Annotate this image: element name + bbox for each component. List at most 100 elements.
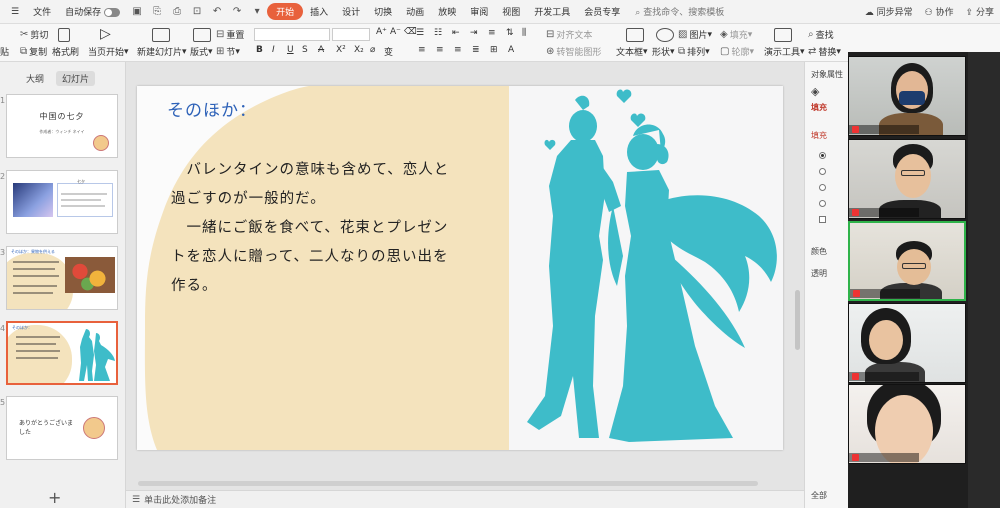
preview-icon[interactable]: ⊡ <box>190 5 204 19</box>
thumbnail-slide-5[interactable]: ありがとうございました <box>6 396 118 460</box>
subscript-icon[interactable]: X₂ <box>354 45 364 55</box>
participant-video-4[interactable] <box>848 303 966 383</box>
thumbnail-slide-4[interactable]: そのほか： <box>6 321 118 385</box>
participant-video-3[interactable] <box>848 221 966 301</box>
autosave-toggle[interactable]: 自动保存 <box>58 5 127 18</box>
menu-icon[interactable]: ☰ <box>4 7 26 17</box>
sync-status[interactable]: ☁ 同步异常 <box>865 5 913 18</box>
shadow-icon[interactable]: S <box>302 45 308 55</box>
slide-title[interactable]: そのほか： <box>167 96 257 121</box>
participant-video-5[interactable] <box>848 384 966 464</box>
add-slide-icon[interactable]: + <box>48 488 61 507</box>
textbox-button[interactable]: 文本框 ▾ <box>616 45 648 59</box>
slideshow-tools-button[interactable]: 演示工具 ▾ <box>764 45 805 59</box>
clear-format-icon[interactable]: ⌫ <box>404 27 417 37</box>
from-current-button[interactable]: 当页开始 ▾ <box>88 45 129 59</box>
fill-option-radio[interactable] <box>819 184 826 191</box>
participant-video-1[interactable] <box>848 56 966 136</box>
arrange-button[interactable]: ⧉ 排列 ▾ <box>678 45 710 58</box>
tab-review[interactable]: 审阅 <box>463 5 495 18</box>
slide-body-text[interactable]: バレンタインの意味も含めて、恋人と過ごすのが一般的だ。 一緒にご飯を食べて、花束… <box>171 156 451 301</box>
apply-all-button[interactable]: 全部 <box>811 490 827 501</box>
tab-slideshow[interactable]: 放映 <box>431 5 463 18</box>
export-pdf-icon[interactable]: ⎘ <box>150 5 164 19</box>
tab-animation[interactable]: 动画 <box>399 5 431 18</box>
underline-icon[interactable]: U <box>287 45 294 55</box>
thumbnail-slide-2[interactable]: 七夕 <box>6 170 118 234</box>
fill-option-radio[interactable] <box>819 168 826 175</box>
cut-button[interactable]: ✂ 剪切 <box>20 28 48 41</box>
tab-view[interactable]: 视图 <box>495 5 527 18</box>
chevron-down-icon[interactable]: ▾ <box>250 5 264 19</box>
format-painter-button[interactable]: 格式刷 <box>52 45 79 58</box>
text-highlight-icon[interactable]: A <box>508 45 514 55</box>
section-button[interactable]: ⊞ 节 ▾ <box>216 45 240 58</box>
fill-option-checkbox[interactable] <box>819 216 826 223</box>
save-icon[interactable]: ▣ <box>130 5 144 19</box>
tab-slides[interactable]: 幻灯片 <box>56 71 96 86</box>
distribute-icon[interactable]: ⊞ <box>490 45 498 55</box>
numbered-list-icon[interactable]: ☷ <box>434 28 442 38</box>
notes-bar[interactable]: ☰ 单击此处添加备注 <box>126 490 804 508</box>
fill-tab[interactable]: 填充 <box>811 102 827 113</box>
vertical-scrollbar[interactable] <box>795 290 800 350</box>
fill-option-radio[interactable] <box>819 200 826 207</box>
indent-icon[interactable]: ⇥ <box>470 28 478 38</box>
thumbnail-slide-1[interactable]: 中国の七夕 作成者：ウィンチ ネイイ <box>6 94 118 158</box>
bold-icon[interactable]: B <box>256 45 263 55</box>
thumbnail-slide-3[interactable]: そのほか：果物を供える <box>6 246 118 310</box>
toggle-switch-icon[interactable] <box>104 8 121 17</box>
collab-button[interactable]: ⚇ 协作 <box>925 5 954 18</box>
tab-design[interactable]: 设计 <box>335 5 367 18</box>
picture-button[interactable]: ▨ 图片 ▾ <box>678 28 712 41</box>
bullet-list-icon[interactable]: ☰ <box>416 28 424 38</box>
fill-button[interactable]: ◈ 填充 ▾ <box>720 28 752 41</box>
outline-button[interactable]: ▢ 轮廓 ▾ <box>720 45 754 58</box>
eraser-icon[interactable]: ⌀ <box>370 45 375 55</box>
tab-transition[interactable]: 切换 <box>367 5 399 18</box>
file-menu[interactable]: 文件 <box>26 5 58 18</box>
replace-button[interactable]: ⇄ 替换 ▾ <box>808 45 841 58</box>
tab-member[interactable]: 会员专享 <box>577 5 627 18</box>
decrease-font-icon[interactable]: A⁻ <box>390 27 401 37</box>
smart-art-button[interactable]: ⊛ 转智能图形 <box>546 45 601 58</box>
participant-video-2[interactable] <box>848 139 966 219</box>
command-search[interactable]: ⌕ 查找命令、搜索模板 <box>635 5 724 18</box>
align-text-button[interactable]: ⊟ 对齐文本 <box>546 28 592 41</box>
char-spacing-icon[interactable]: 变 <box>384 45 393 58</box>
fill-option-radio[interactable] <box>819 152 826 159</box>
shape-button[interactable]: 形状 ▾ <box>652 45 675 59</box>
tab-home[interactable]: 开始 <box>267 3 304 20</box>
slide-canvas[interactable]: そのほか： バレンタインの意味も含めて、恋人と過ごすのが一般的だ。 一緒にご飯を… <box>137 86 783 450</box>
outdent-icon[interactable]: ⇤ <box>452 28 460 38</box>
tab-insert[interactable]: 插入 <box>303 5 335 18</box>
italic-icon[interactable]: I <box>272 45 275 55</box>
align-left-icon[interactable]: ≡ <box>418 45 426 55</box>
superscript-icon[interactable]: X² <box>336 45 346 55</box>
undo-icon[interactable]: ↶ <box>210 5 224 19</box>
find-button[interactable]: ⌕ 查找 <box>808 28 834 41</box>
font-size-select[interactable] <box>332 28 370 41</box>
strikethrough-icon[interactable]: A <box>318 45 324 55</box>
line-spacing-icon[interactable]: ≡ <box>488 28 496 38</box>
text-direction-icon[interactable]: ⇅ <box>506 28 514 38</box>
align-right-icon[interactable]: ≡ <box>454 45 462 55</box>
share-button[interactable]: ⇪ 分享 <box>966 5 994 18</box>
new-slide-button[interactable]: 新建幻灯片 ▾ <box>137 45 187 59</box>
align-center-icon[interactable]: ≡ <box>436 45 444 55</box>
redo-icon[interactable]: ↷ <box>230 5 244 19</box>
font-family-select[interactable] <box>254 28 330 41</box>
horizontal-scrollbar[interactable] <box>138 481 758 486</box>
tab-developer[interactable]: 开发工具 <box>527 5 577 18</box>
increase-font-icon[interactable]: A⁺ <box>376 27 387 37</box>
fill-section-header[interactable]: 填充 <box>811 130 827 141</box>
paste-button[interactable]: 贴 <box>0 45 9 58</box>
tab-outline[interactable]: 大纲 <box>20 71 50 86</box>
reset-button[interactable]: ⊟ 重置 <box>216 28 244 41</box>
print-icon[interactable]: ⎙ <box>170 5 184 19</box>
columns-icon[interactable]: ⫼ <box>522 28 526 38</box>
justify-icon[interactable]: ≣ <box>472 45 480 55</box>
layout-button[interactable]: 版式 ▾ <box>190 45 213 59</box>
fill-bucket-icon[interactable]: ◈ <box>811 85 819 98</box>
copy-button[interactable]: ⧉ 复制 <box>20 45 47 58</box>
